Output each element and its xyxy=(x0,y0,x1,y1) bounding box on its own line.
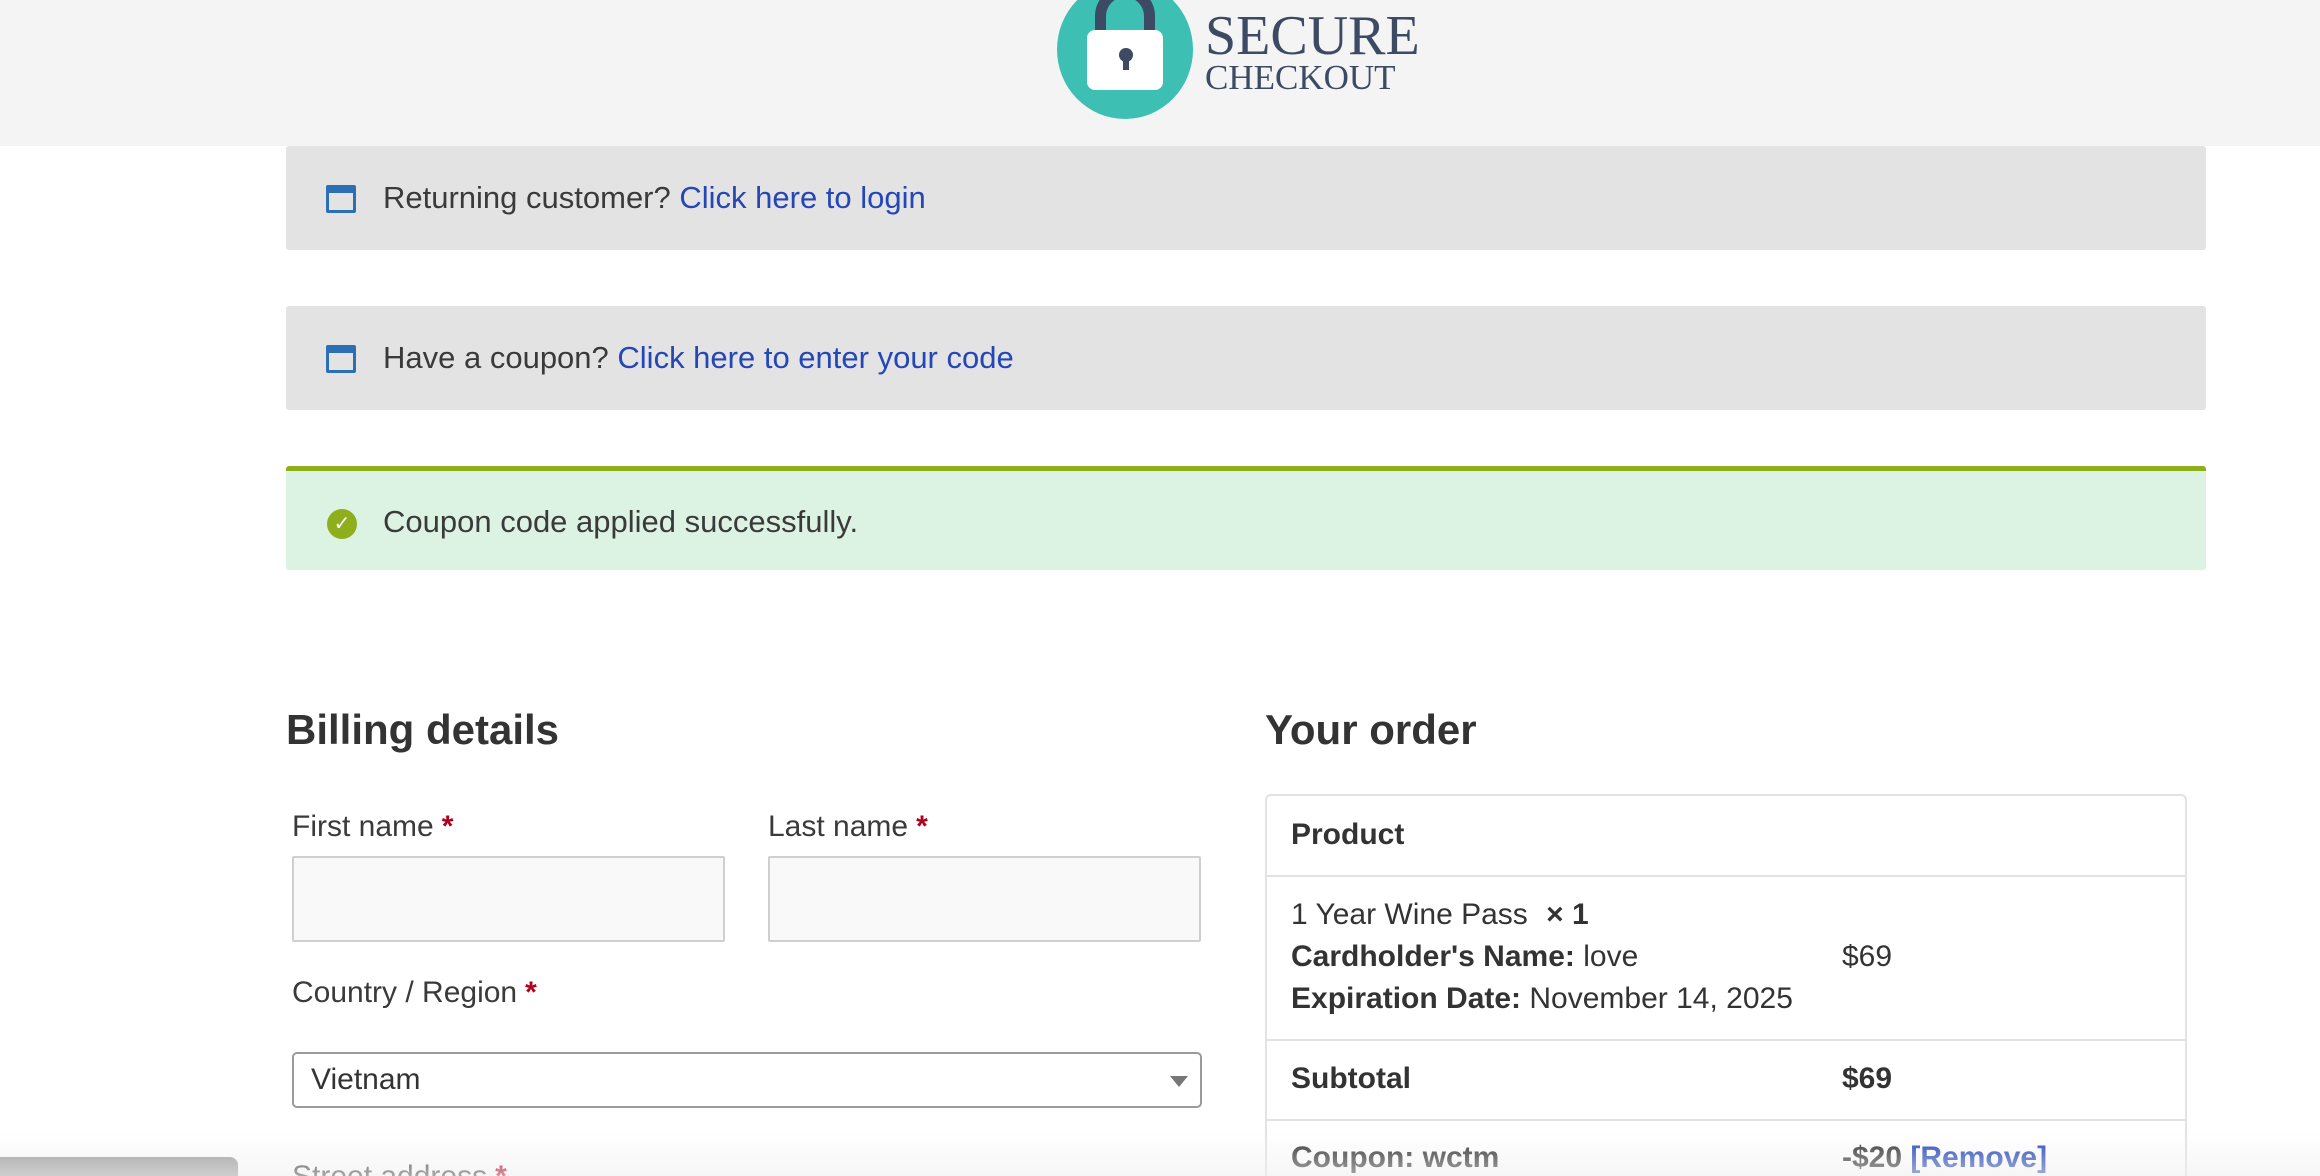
expiration-date-meta: Expiration Date: November 14, 2025 xyxy=(1291,982,1793,1016)
coupon-label: Coupon: wctm xyxy=(1291,1141,1500,1174)
country-select-value: Vietnam xyxy=(311,1063,421,1096)
keyhole-icon xyxy=(1119,48,1133,70)
coupon-notice-label: Have a coupon? xyxy=(383,340,609,375)
window-icon xyxy=(326,345,356,373)
required-mark: * xyxy=(495,1160,507,1176)
table-divider xyxy=(1267,1039,2185,1041)
login-notice: Returning customer? Click here to login xyxy=(286,146,2206,250)
required-mark: * xyxy=(916,810,928,843)
login-link[interactable]: Click here to login xyxy=(679,180,925,215)
login-notice-text: Returning customer? Click here to login xyxy=(383,180,926,216)
required-mark: * xyxy=(525,976,537,1009)
expiration-date-value: November 14, 2025 xyxy=(1529,982,1793,1015)
padlock-icon xyxy=(1057,0,1193,119)
cardholder-name-key: Cardholder's Name: xyxy=(1291,940,1575,973)
country-label: Country / Region * xyxy=(292,976,537,1010)
coupon-success-text: Coupon code applied successfully. xyxy=(383,504,859,539)
order-item-price: $69 xyxy=(1842,940,1893,973)
window-icon xyxy=(326,185,356,213)
last-name-label-text: Last name xyxy=(768,810,909,843)
first-name-label: First name * xyxy=(292,810,453,844)
coupon-notice-text: Have a coupon? Click here to enter your … xyxy=(383,340,1014,376)
table-divider xyxy=(1267,875,2185,877)
expiration-date-key: Expiration Date: xyxy=(1291,982,1522,1015)
order-item-name: 1 Year Wine Pass × 1 xyxy=(1291,898,1589,932)
enter-coupon-link[interactable]: Click here to enter your code xyxy=(617,340,1013,375)
required-mark: * xyxy=(441,810,454,843)
check-circle-icon: ✓ xyxy=(327,509,357,539)
subtotal-value: $69 xyxy=(1842,1062,1893,1095)
login-notice-label: Returning customer? xyxy=(383,180,671,215)
checkout-header: SECURE CHECKOUT xyxy=(0,0,2320,146)
product-column-header: Product xyxy=(1291,818,1405,851)
country-select[interactable]: Vietnam xyxy=(292,1052,1202,1108)
street-address-label-text: Street address xyxy=(292,1160,487,1176)
order-item-quantity: × 1 xyxy=(1546,898,1589,931)
last-name-label: Last name * xyxy=(768,810,928,844)
order-review-table: Product 1 Year Wine Pass × 1 Cardholder'… xyxy=(1265,794,2187,1176)
coupon-discount-value: -$20 xyxy=(1842,1141,1903,1174)
subtotal-label: Subtotal xyxy=(1291,1062,1411,1095)
first-name-input[interactable] xyxy=(292,856,725,942)
padlock-body xyxy=(1087,30,1163,90)
billing-details-heading: Billing details xyxy=(286,706,560,753)
chevron-down-icon xyxy=(1170,1076,1188,1087)
order-item-title: 1 Year Wine Pass xyxy=(1291,898,1528,931)
floating-corner-tab[interactable] xyxy=(0,1157,238,1176)
table-divider xyxy=(1267,1119,2185,1121)
brand-secure-text: SECURE xyxy=(1205,5,1420,67)
street-address-label: Street address * xyxy=(292,1160,507,1176)
brand-checkout-text: CHECKOUT xyxy=(1205,58,1396,97)
remove-coupon-link[interactable]: [Remove] xyxy=(1910,1141,2047,1174)
first-name-label-text: First name xyxy=(292,810,434,843)
coupon-success-notice: ✓ Coupon code applied successfully. xyxy=(286,466,2206,570)
country-label-text: Country / Region xyxy=(292,976,518,1009)
coupon-notice: Have a coupon? Click here to enter your … xyxy=(286,306,2206,410)
cardholder-name-value: love xyxy=(1583,940,1639,973)
coupon-discount: -$20 [Remove] xyxy=(1842,1141,2047,1175)
your-order-heading: Your order xyxy=(1265,706,1477,753)
cardholder-name-meta: Cardholder's Name: love xyxy=(1291,940,1638,974)
last-name-input[interactable] xyxy=(768,856,1201,942)
